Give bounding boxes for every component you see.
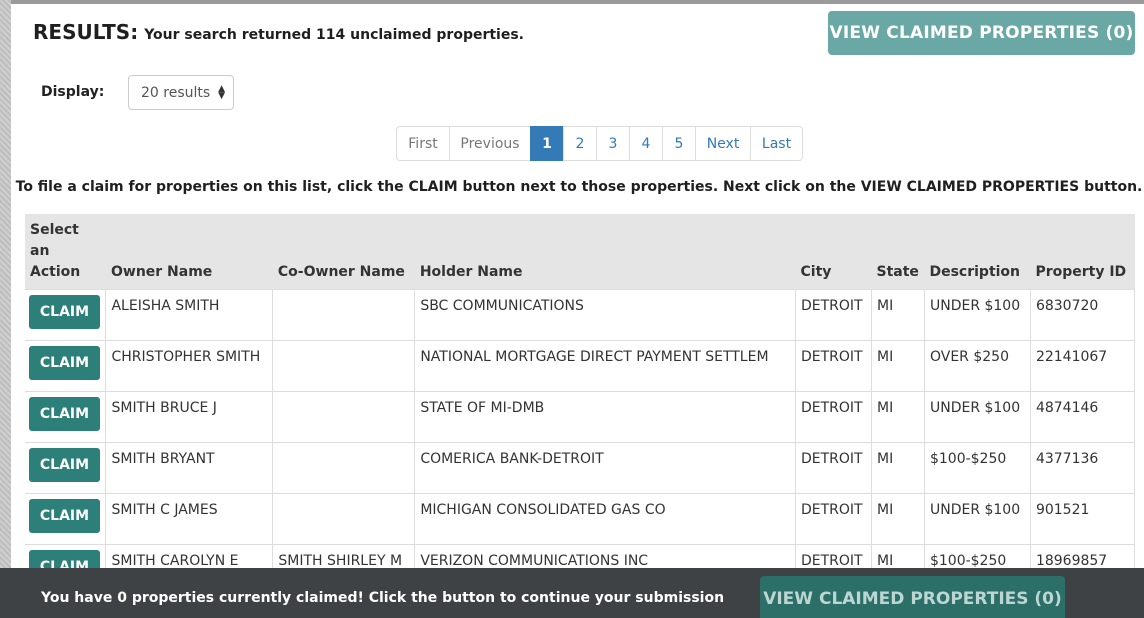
city-cell: DETROIT xyxy=(795,493,872,545)
holder-cell: MICHIGAN CONSOLIDATED GAS CO xyxy=(414,493,796,545)
city-cell: DETROIT xyxy=(795,340,872,392)
results-per-page-select[interactable]: 20 results ▲ ▼ xyxy=(128,75,234,110)
pagination-page-4[interactable]: 4 xyxy=(629,126,663,161)
city-cell: DETROIT xyxy=(795,391,872,443)
owner-cell: SMITH BRYANT xyxy=(105,442,274,494)
holder-cell: COMERICA BANK-DETROIT xyxy=(414,442,796,494)
description-cell: $100-$250 xyxy=(923,442,1031,494)
header-holder-name: Holder Name xyxy=(414,214,796,290)
header-coowner-name: Co-Owner Name xyxy=(272,214,415,290)
property-id-cell: 4377136 xyxy=(1029,442,1136,494)
left-decorative-strip xyxy=(0,0,11,618)
results-heading: RESULTS: Your search returned 114 unclai… xyxy=(33,20,524,44)
state-cell: MI xyxy=(870,340,925,392)
pagination: First Previous 1 2 3 4 5 Next Last xyxy=(396,126,803,161)
table-row: CLAIM SMITH BRUCE J STATE OF MI-DMB DETR… xyxy=(25,391,1136,443)
description-cell: UNDER $100 xyxy=(923,289,1031,341)
claim-button[interactable]: CLAIM xyxy=(29,448,100,482)
coowner-cell xyxy=(272,340,416,392)
claim-instructions: To file a claim for properties on this l… xyxy=(15,179,1143,195)
pagination-page-1[interactable]: 1 xyxy=(530,126,564,161)
header-select-action: Select an Action xyxy=(25,214,106,290)
claim-status-footer: You have 0 properties currently claimed!… xyxy=(0,568,1144,618)
holder-cell: NATIONAL MORTGAGE DIRECT PAYMENT SETTLEM xyxy=(414,340,796,392)
coowner-cell xyxy=(272,289,416,341)
view-claimed-properties-button-bottom[interactable]: VIEW CLAIMED PROPERTIES (0) xyxy=(760,576,1065,618)
header-property-id: Property ID xyxy=(1030,214,1135,290)
owner-cell: SMITH BRUCE J xyxy=(105,391,274,443)
results-per-page-value: 20 results xyxy=(141,84,211,101)
header-owner-name: Owner Name xyxy=(105,214,273,290)
city-cell: DETROIT xyxy=(795,442,872,494)
view-claimed-properties-button-top[interactable]: VIEW CLAIMED PROPERTIES (0) xyxy=(828,11,1135,55)
table-row: CLAIM CHRISTOPHER SMITH NATIONAL MORTGAG… xyxy=(25,340,1136,392)
coowner-cell xyxy=(272,442,416,494)
description-cell: UNDER $100 xyxy=(923,391,1031,443)
owner-cell: ALEISHA SMITH xyxy=(105,289,274,341)
state-cell: MI xyxy=(870,289,925,341)
display-label: Display: xyxy=(41,84,105,100)
table-row: CLAIM SMITH BRYANT COMERICA BANK-DETROIT… xyxy=(25,442,1136,494)
results-label: RESULTS: xyxy=(33,20,139,44)
table-row: CLAIM ALEISHA SMITH SBC COMMUNICATIONS D… xyxy=(25,289,1136,341)
claim-button[interactable]: CLAIM xyxy=(29,397,100,431)
owner-cell: SMITH C JAMES xyxy=(105,493,274,545)
state-cell: MI xyxy=(870,391,925,443)
pagination-previous[interactable]: Previous xyxy=(449,126,531,161)
pagination-next[interactable]: Next xyxy=(695,126,751,161)
table-row: CLAIM SMITH C JAMES MICHIGAN CONSOLIDATE… xyxy=(25,493,1136,545)
coowner-cell xyxy=(272,493,416,545)
table-header-row: Select an Action Owner Name Co-Owner Name… xyxy=(25,214,1135,290)
header-state: State xyxy=(871,214,925,290)
claim-button[interactable]: CLAIM xyxy=(29,499,100,533)
state-cell: MI xyxy=(870,493,925,545)
state-cell: MI xyxy=(870,442,925,494)
top-border xyxy=(0,0,1144,4)
header-description: Description xyxy=(924,214,1031,290)
holder-cell: STATE OF MI-DMB xyxy=(414,391,796,443)
pagination-page-2[interactable]: 2 xyxy=(563,126,597,161)
property-id-cell: 901521 xyxy=(1029,493,1136,545)
claimed-count-message: You have 0 properties currently claimed!… xyxy=(41,590,725,606)
property-id-cell: 22141067 xyxy=(1029,340,1136,392)
sort-updown-icon: ▲ ▼ xyxy=(218,83,226,101)
description-cell: UNDER $100 xyxy=(923,493,1031,545)
description-cell: OVER $250 xyxy=(923,340,1031,392)
claim-button[interactable]: CLAIM xyxy=(29,346,100,380)
properties-table: Select an Action Owner Name Co-Owner Name… xyxy=(25,214,1136,596)
pagination-page-3[interactable]: 3 xyxy=(596,126,630,161)
coowner-cell xyxy=(272,391,416,443)
owner-cell: CHRISTOPHER SMITH xyxy=(105,340,274,392)
claim-button[interactable]: CLAIM xyxy=(29,295,100,329)
property-id-cell: 4874146 xyxy=(1029,391,1136,443)
results-count-text: Your search returned 114 unclaimed prope… xyxy=(144,27,524,43)
pagination-last[interactable]: Last xyxy=(750,126,803,161)
pagination-page-5[interactable]: 5 xyxy=(662,126,696,161)
property-id-cell: 6830720 xyxy=(1029,289,1136,341)
pagination-first[interactable]: First xyxy=(396,126,450,161)
header-city: City xyxy=(795,214,872,290)
holder-cell: SBC COMMUNICATIONS xyxy=(414,289,796,341)
city-cell: DETROIT xyxy=(795,289,872,341)
